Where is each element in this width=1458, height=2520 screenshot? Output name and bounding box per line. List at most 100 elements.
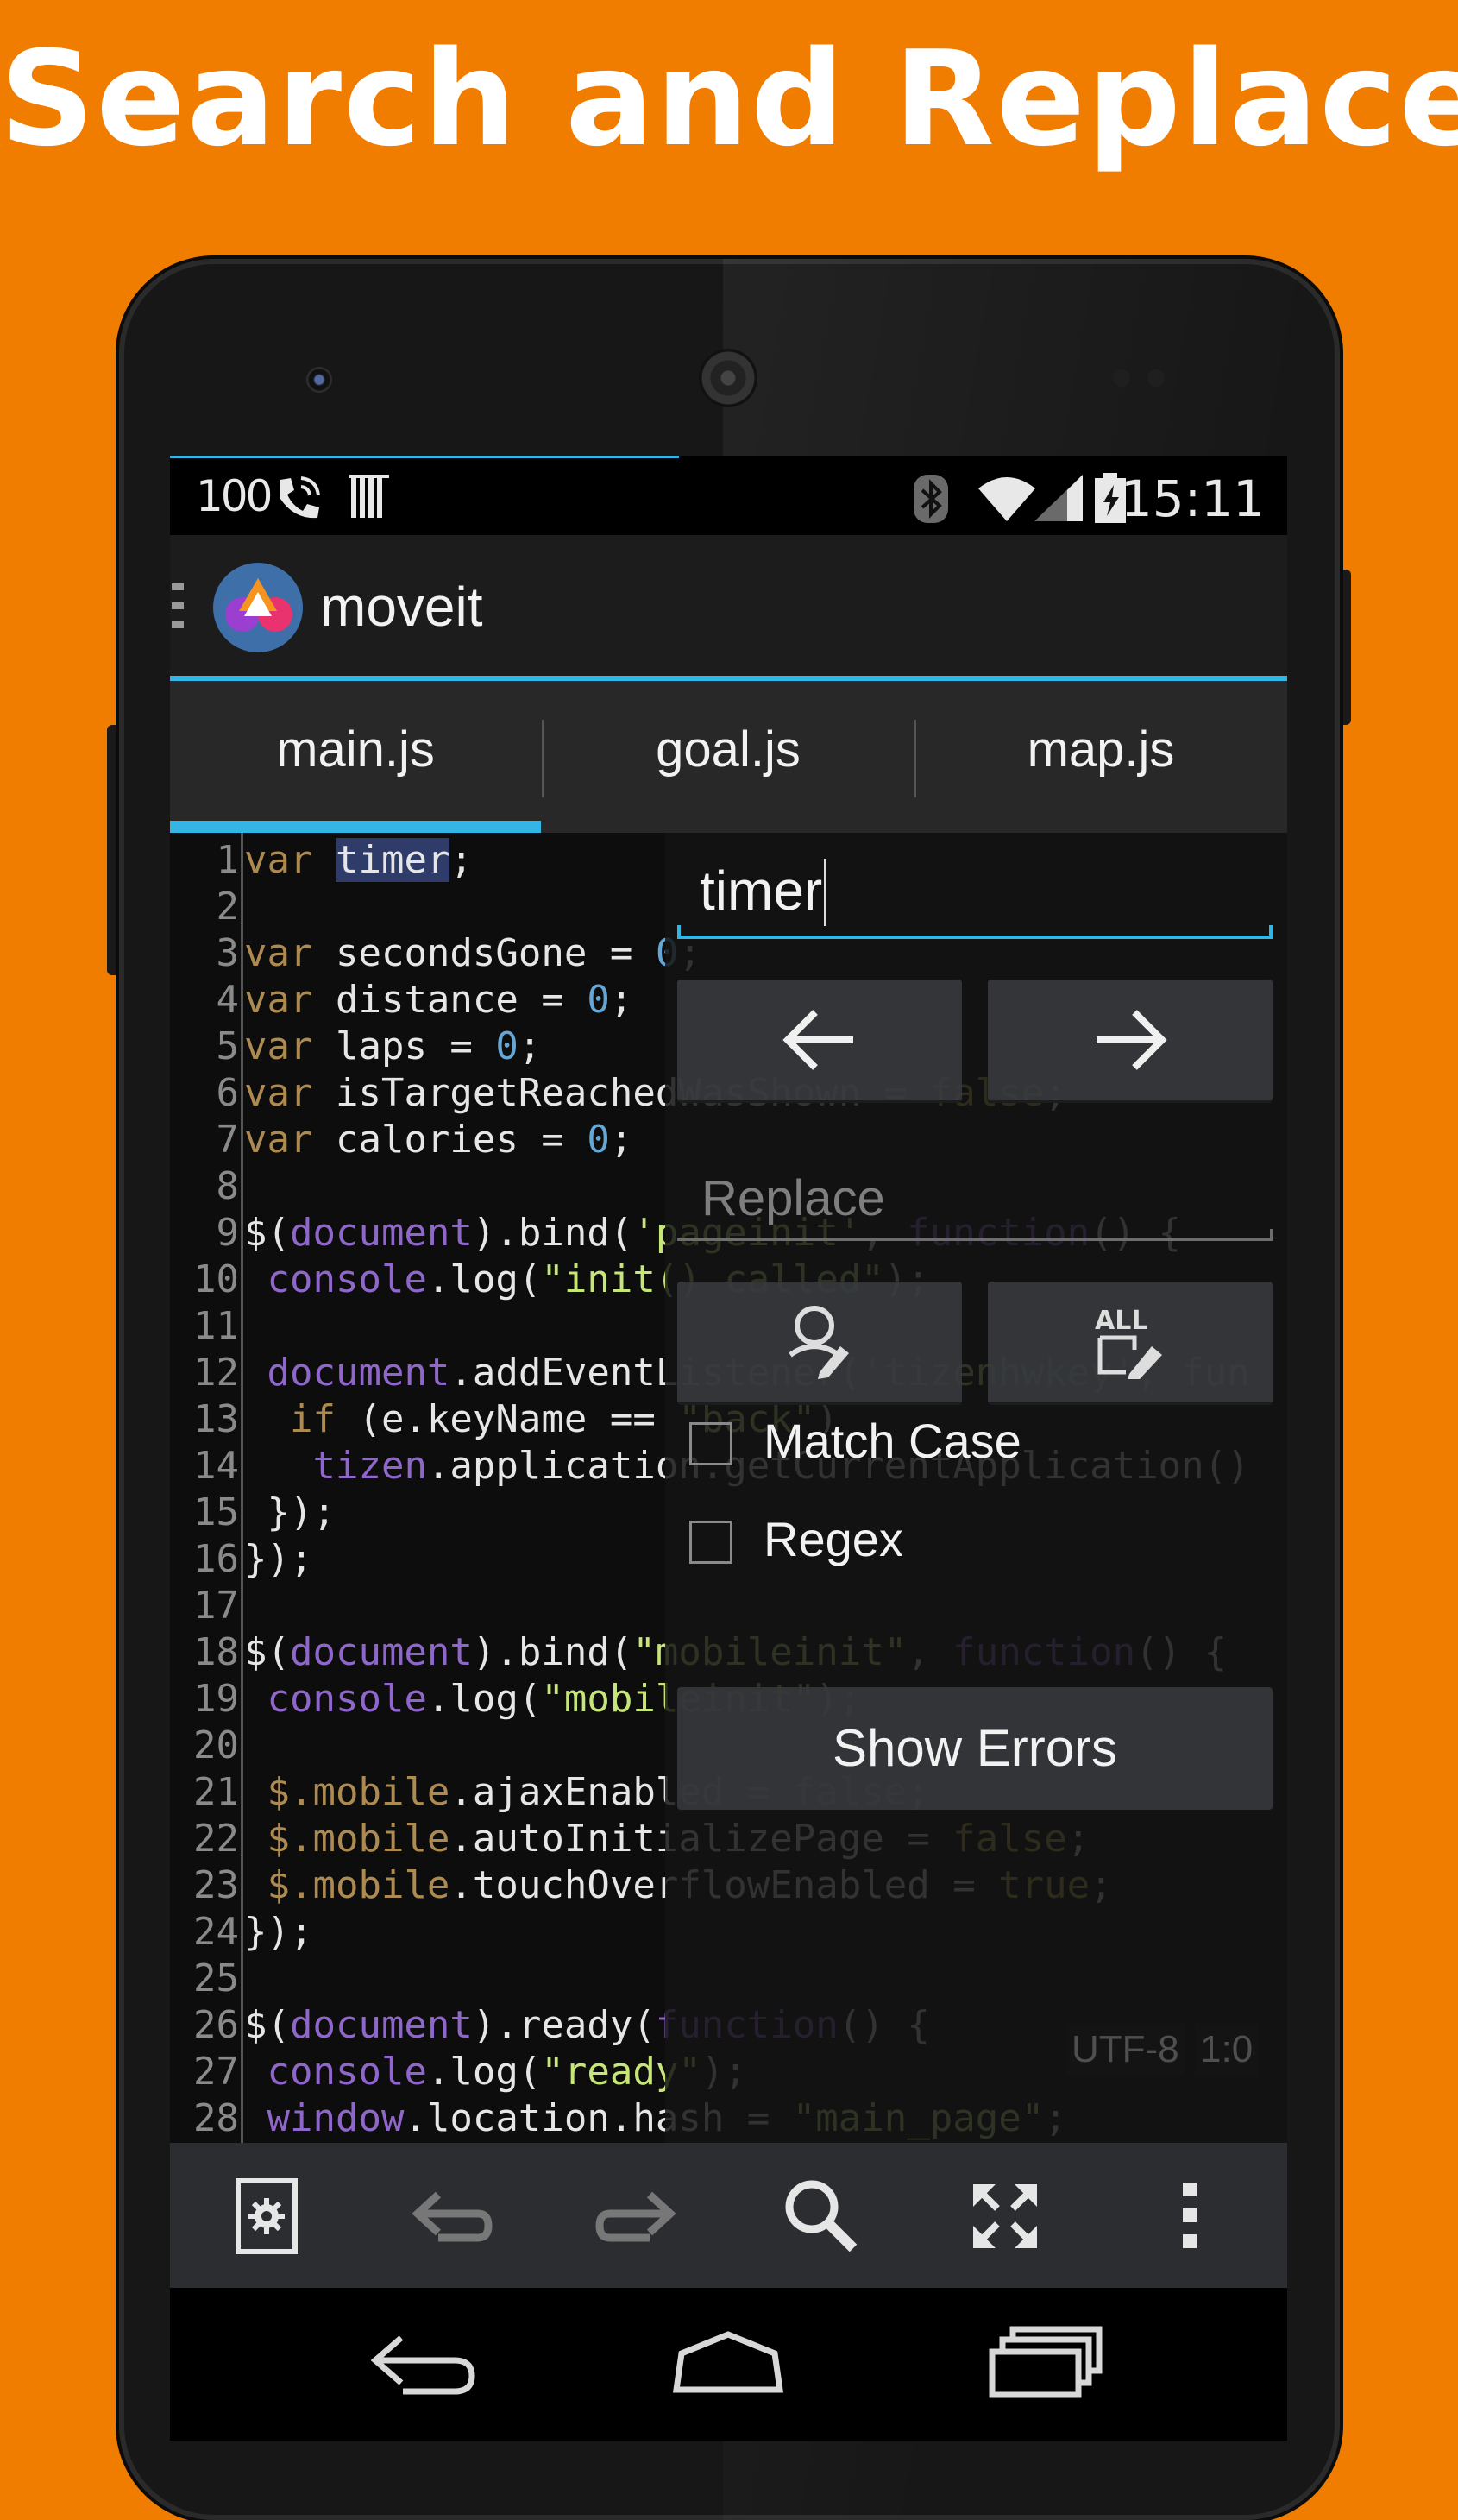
bluetooth-icon — [912, 473, 950, 528]
redo-button[interactable] — [589, 2169, 684, 2264]
replace-button[interactable] — [677, 1282, 962, 1405]
line-number: 21 — [193, 1770, 239, 1814]
line-number: 11 — [193, 1304, 239, 1348]
home-icon — [672, 2331, 784, 2393]
tab-goal-js[interactable]: goal.js — [543, 681, 914, 833]
fullscreen-icon — [973, 2184, 1037, 2248]
line-number: 8 — [216, 1164, 240, 1208]
line-number: 15 — [193, 1490, 239, 1534]
line-number: 14 — [193, 1444, 239, 1488]
overflow-menu-icon — [1183, 2183, 1197, 2248]
text-cursor — [824, 859, 826, 926]
gutter-divider — [241, 833, 243, 2143]
undo-icon — [412, 2191, 493, 2242]
line-number: 10 — [193, 1257, 239, 1301]
line-number: 7 — [216, 1118, 240, 1162]
search-replace-panel: timer Replace ALL Match Case Regex Show … — [665, 833, 1287, 2143]
find-next-button[interactable] — [988, 980, 1273, 1103]
line-number: 25 — [193, 1956, 239, 2000]
search-button[interactable] — [774, 2169, 869, 2264]
bottom-toolbar — [170, 2143, 1287, 2288]
tab-main-js[interactable]: main.js — [170, 681, 541, 833]
code-line: var secondsGone = 0; — [244, 931, 701, 975]
front-camera — [306, 367, 332, 393]
file-tabs: main.js goal.js map.js — [170, 681, 1287, 835]
arrow-left-icon — [782, 1010, 853, 1070]
code-line: }); — [244, 1537, 313, 1581]
line-number: 5 — [216, 1024, 240, 1068]
line-number: 23 — [193, 1863, 239, 1907]
code-line: }); — [244, 1490, 336, 1534]
replace-one-icon — [789, 1306, 849, 1379]
status-time: 15:11 — [1120, 469, 1265, 528]
light-sensor — [1147, 369, 1165, 387]
search-input[interactable]: timer — [700, 859, 822, 923]
status-bar: 100 15:11 — [170, 456, 1287, 535]
replace-input[interactable]: Replace — [701, 1169, 885, 1227]
line-number: 2 — [216, 885, 240, 929]
screen: 100 15:11 moveit main.js goal.js map.js … — [170, 456, 1287, 2441]
signal-icon — [1033, 473, 1084, 526]
back-icon — [370, 2335, 475, 2395]
line-number: 6 — [216, 1071, 240, 1115]
line-number: 26 — [193, 2003, 239, 2047]
headline: Search and Replace — [0, 22, 1458, 175]
regex-checkbox[interactable] — [689, 1521, 732, 1564]
line-number: 4 — [216, 978, 240, 1022]
search-icon — [785, 2180, 858, 2252]
cursor-position-indicator: 1:0 — [1195, 2024, 1259, 2076]
app-logo[interactable] — [213, 563, 303, 652]
line-number: 19 — [193, 1677, 239, 1721]
proximity-sensor — [1113, 369, 1130, 387]
settings-button[interactable] — [219, 2169, 314, 2264]
line-number: 13 — [193, 1397, 239, 1441]
line-number: 20 — [193, 1723, 239, 1767]
code-line: var laps = 0; — [244, 1024, 542, 1068]
action-bar: moveit — [170, 535, 1287, 681]
replace-all-button[interactable]: ALL — [988, 1282, 1273, 1405]
line-number: 1 — [216, 838, 240, 882]
arrow-right-icon — [1097, 1010, 1167, 1070]
phone-call-icon — [272, 473, 324, 528]
overflow-menu-button[interactable] — [1143, 2169, 1238, 2264]
regex-label: Regex — [764, 1512, 903, 1566]
line-number: 17 — [193, 1584, 239, 1628]
line-number: 12 — [193, 1351, 239, 1395]
status-progress-line — [170, 456, 679, 458]
nav-recents-button[interactable] — [977, 2314, 1115, 2409]
svg-text:ALL: ALL — [1095, 1306, 1147, 1336]
fullscreen-button[interactable] — [958, 2169, 1053, 2264]
drawer-indicator-icon[interactable] — [172, 583, 184, 628]
line-number: 27 — [193, 2050, 239, 2094]
line-number: 22 — [193, 1817, 239, 1861]
line-number: 3 — [216, 931, 240, 975]
replace-all-icon: ALL — [1095, 1306, 1162, 1379]
search-input-underline — [677, 925, 1273, 939]
line-number: 28 — [193, 2096, 239, 2140]
line-number: 18 — [193, 1630, 239, 1674]
match-case-checkbox[interactable] — [689, 1422, 732, 1465]
match-case-label: Match Case — [764, 1414, 1021, 1468]
code-line: var timer; — [244, 838, 473, 882]
app-title: moveit — [320, 576, 483, 638]
nav-back-button[interactable] — [351, 2314, 489, 2409]
battery-level-text: 100 — [196, 471, 273, 521]
barcode-icon — [349, 473, 391, 525]
replace-input-underline — [677, 1229, 1273, 1241]
code-line: var calories = 0; — [244, 1118, 633, 1162]
find-previous-button[interactable] — [677, 980, 962, 1103]
undo-button[interactable] — [404, 2169, 499, 2264]
redo-icon — [595, 2191, 676, 2242]
tab-map-js[interactable]: map.js — [915, 681, 1286, 833]
line-number: 16 — [193, 1537, 239, 1581]
show-errors-button[interactable]: Show Errors — [677, 1687, 1273, 1810]
recents-icon — [989, 2326, 1103, 2398]
nav-home-button[interactable] — [659, 2314, 797, 2409]
code-line: }); — [244, 1910, 313, 1954]
encoding-indicator: UTF-8 — [1066, 2024, 1185, 2076]
earpiece-speaker — [699, 349, 757, 407]
line-number: 9 — [216, 1211, 240, 1255]
code-editor[interactable]: 1 2 3 4 5 6 7 8 9 10 11 12 13 14 15 16 17 18 19 20 21 22 23 24 2… — [170, 833, 1287, 2143]
wifi-icon — [977, 473, 1037, 526]
line-number-gutter: 1 2 3 4 5 6 7 8 9 10 11 12 13 14 15 16 17 18 19 20 21 22 23 24 2… — [170, 833, 239, 2143]
